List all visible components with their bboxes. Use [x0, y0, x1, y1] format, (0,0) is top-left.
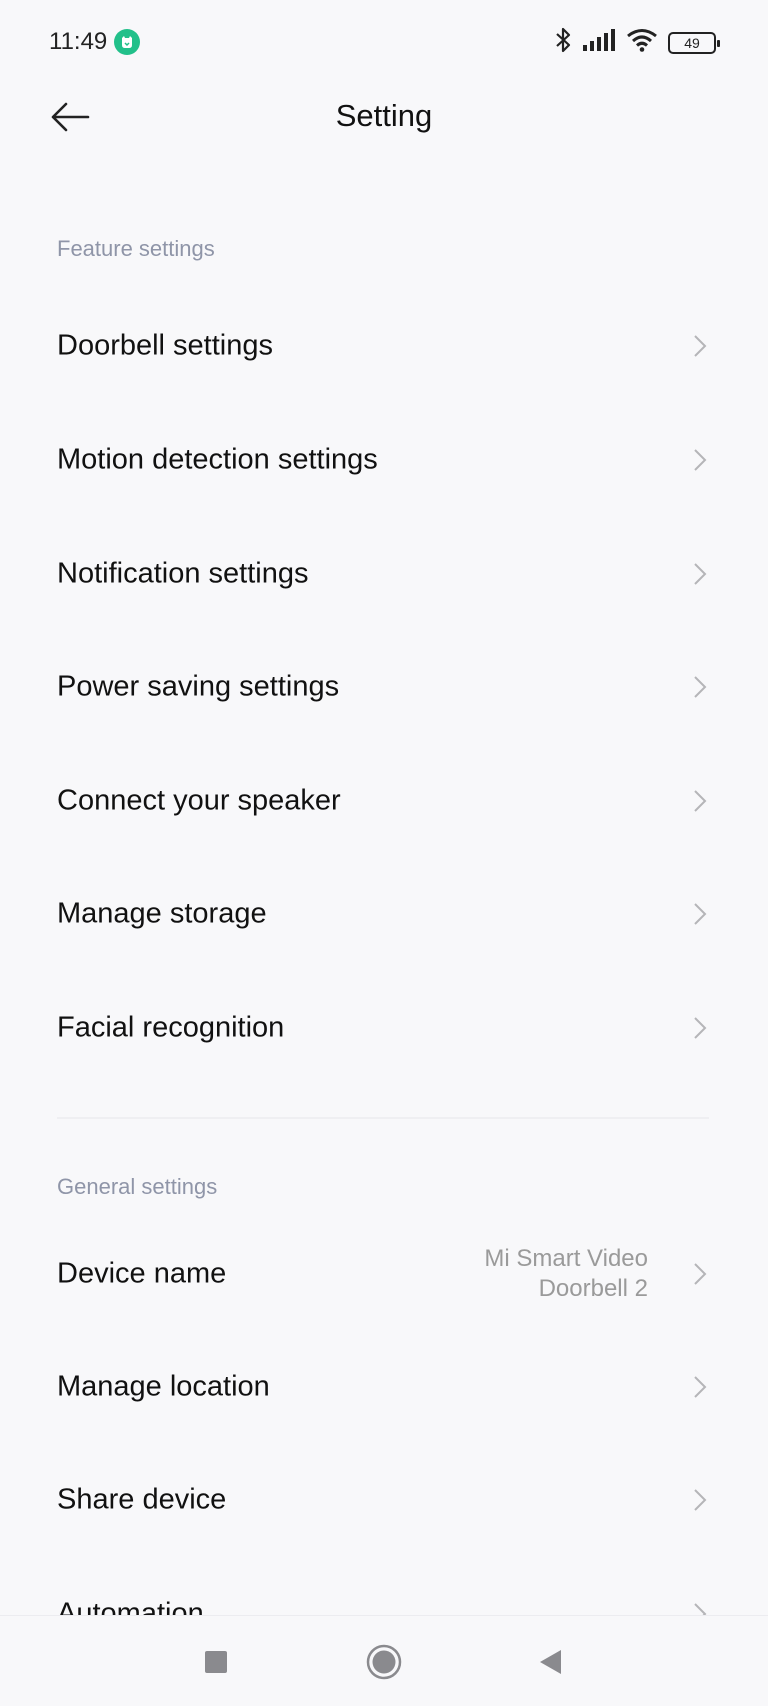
chevron-right-icon — [688, 1014, 712, 1042]
row-notification-settings[interactable]: Notification settings — [0, 518, 768, 630]
status-icons: 49 — [554, 26, 720, 59]
row-connect-your-speaker[interactable]: Connect your speaker — [0, 745, 768, 857]
chevron-right-icon — [688, 446, 712, 474]
row-label: Facial recognition — [57, 1011, 285, 1044]
row-label: Power saving settings — [57, 670, 340, 703]
status-time: 11:49 — [49, 28, 108, 55]
row-label: Doorbell settings — [57, 329, 273, 362]
row-label: Manage location — [57, 1370, 270, 1403]
row-label: Connect your speaker — [57, 784, 341, 817]
row-doorbell-settings[interactable]: Doorbell settings — [0, 290, 768, 402]
mi-home-badge-icon — [114, 29, 140, 55]
row-facial-recognition[interactable]: Facial recognition — [0, 972, 768, 1084]
header: Setting — [0, 84, 768, 150]
home-circle-icon — [366, 1644, 402, 1680]
chevron-right-icon — [688, 1486, 712, 1514]
chevron-right-icon — [688, 673, 712, 701]
wifi-icon — [626, 28, 658, 57]
row-manage-storage[interactable]: Manage storage — [0, 858, 768, 970]
chevron-right-icon — [688, 1373, 712, 1401]
section-label-general-settings: General settings — [57, 1174, 218, 1199]
row-share-device[interactable]: Share device — [0, 1444, 768, 1556]
section-divider — [57, 1117, 709, 1119]
row-motion-detection-settings[interactable]: Motion detection settings — [0, 404, 768, 516]
row-label: Manage storage — [57, 897, 267, 930]
signal-icon — [582, 29, 616, 56]
row-label: Device name — [57, 1257, 227, 1290]
row-label: Notification settings — [57, 557, 309, 590]
chevron-right-icon — [688, 787, 712, 815]
battery-level: 49 — [684, 34, 700, 51]
chevron-right-icon — [688, 332, 712, 360]
battery-icon: 49 — [668, 31, 720, 54]
status-bar: 11:49 49 — [0, 0, 768, 84]
section-label-feature-settings: Feature settings — [57, 236, 215, 261]
chevron-right-icon — [688, 900, 712, 928]
page-title: Setting — [335, 98, 433, 133]
bluetooth-icon — [554, 26, 572, 59]
row-power-saving-settings[interactable]: Power saving settings — [0, 631, 768, 743]
row-manage-location[interactable]: Manage location — [0, 1331, 768, 1443]
row-label: Share device — [57, 1483, 227, 1516]
row-label: Motion detection settings — [57, 443, 378, 476]
chevron-right-icon — [688, 1260, 712, 1288]
home-button[interactable] — [360, 1640, 408, 1684]
chevron-right-icon — [688, 560, 712, 588]
recents-square-icon — [205, 1651, 227, 1673]
row-device-name[interactable]: Device name Mi Smart Video Doorbell 2 — [0, 1217, 768, 1331]
back-nav-button[interactable] — [526, 1640, 574, 1684]
system-nav-bar — [0, 1615, 768, 1706]
device-name-value: Mi Smart Video Doorbell 2 — [484, 1245, 648, 1302]
back-triangle-icon — [540, 1650, 561, 1674]
recents-button[interactable] — [192, 1640, 240, 1684]
